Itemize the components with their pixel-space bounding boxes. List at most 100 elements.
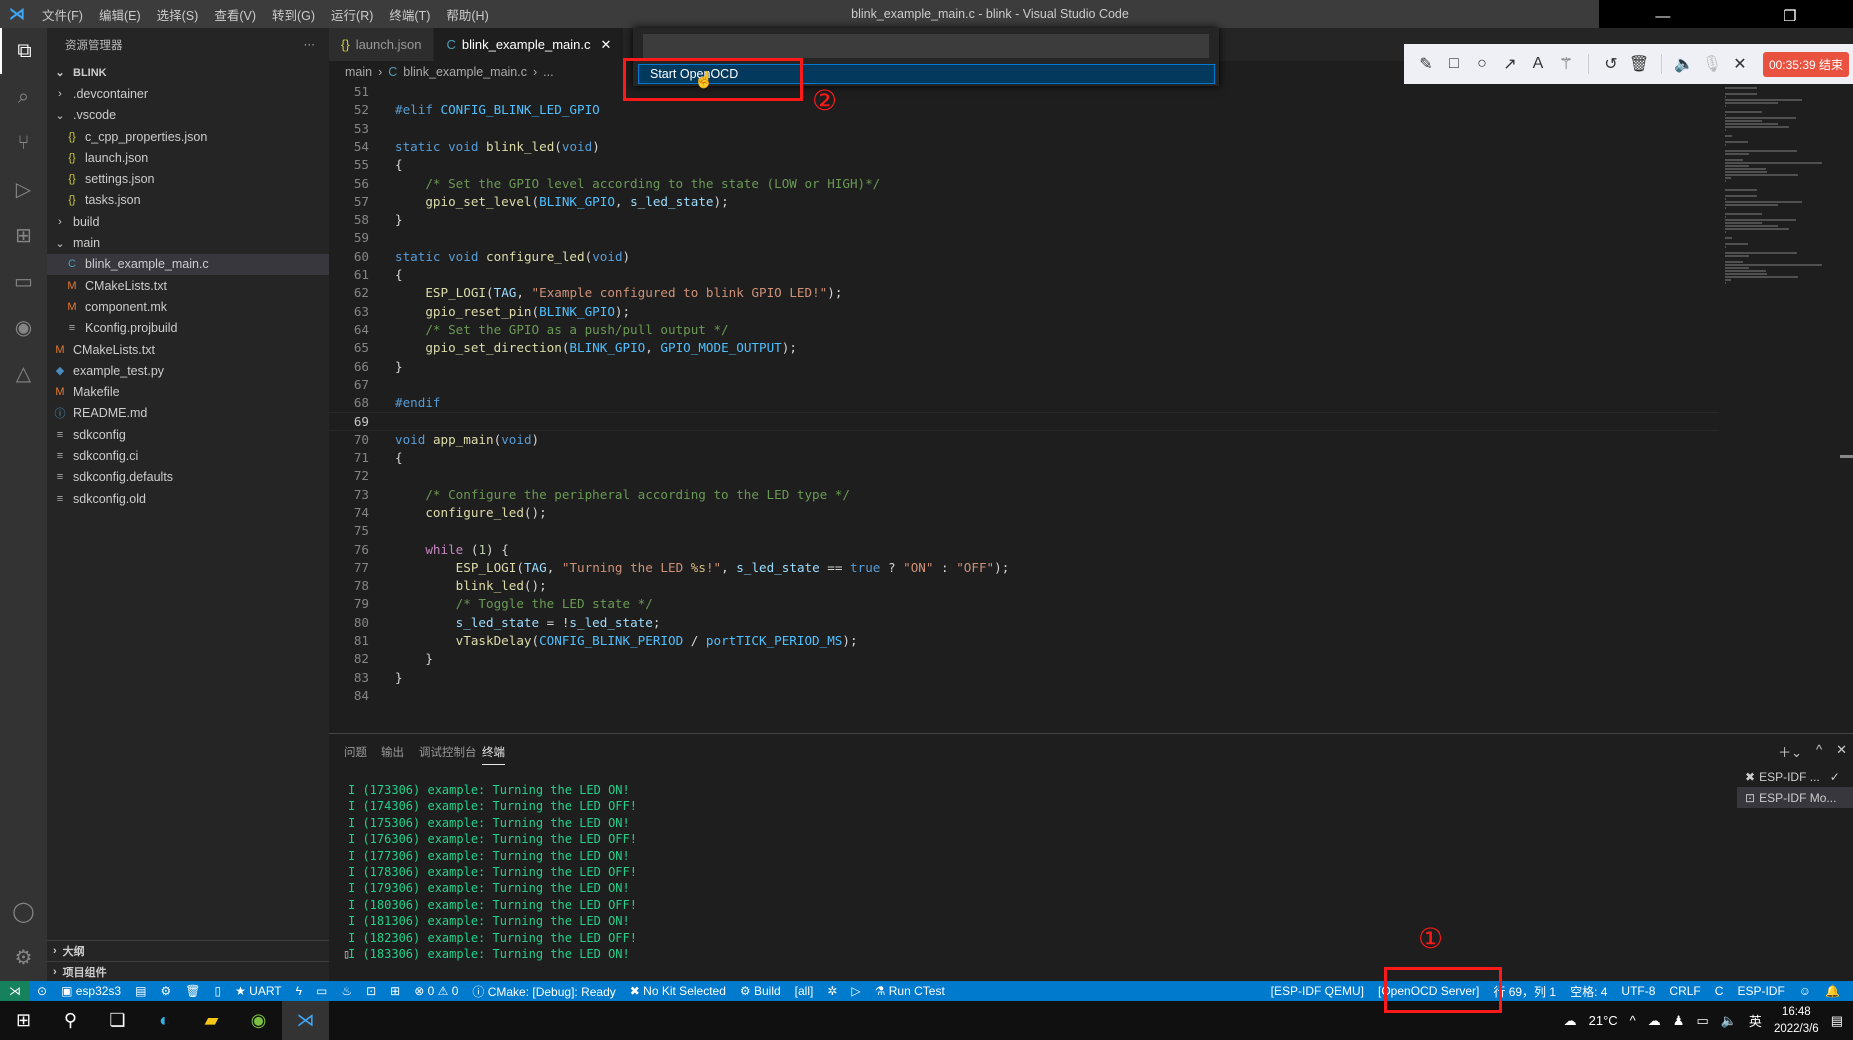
explorer-icon[interactable]: ⧉	[0, 28, 47, 74]
trash-icon[interactable]: 🗑	[178, 984, 207, 998]
run-debug-icon[interactable]: ▷	[0, 166, 47, 212]
vscode-taskbar-icon[interactable]: ⋊	[282, 1001, 329, 1040]
notification-center-icon[interactable]: ▤	[1831, 1013, 1843, 1029]
code-line[interactable]: 67	[329, 376, 1719, 394]
config-icon[interactable]: ⚙	[153, 984, 178, 998]
file-tree-item[interactable]: ⌄ main	[47, 232, 329, 253]
file-tree-item[interactable]: › build	[47, 211, 329, 232]
tray-expand-icon[interactable]: ^	[1630, 1013, 1636, 1028]
text-icon[interactable]: A	[1524, 55, 1552, 73]
file-tree-item[interactable]: ⓘ README.md	[47, 403, 329, 424]
code-line[interactable]: 81 vTaskDelay(CONFIG_BLINK_PERIOD / port…	[329, 632, 1719, 650]
file-tree-item[interactable]: {} settings.json	[47, 168, 329, 189]
target-chip[interactable]: ▣ esp32s3	[54, 984, 128, 998]
volume-icon[interactable]: 🔈	[1721, 1013, 1737, 1029]
arrow-icon[interactable]: ↗	[1496, 54, 1524, 74]
build-button[interactable]: ⚙ Build	[733, 984, 788, 998]
port-item[interactable]: ★ UART	[228, 984, 289, 998]
code-line[interactable]: 52 #elif CONFIG_BLINK_LED_GPIO	[329, 101, 1719, 119]
code-line[interactable]: 71 {	[329, 449, 1719, 467]
cmake-status[interactable]: ⓘ CMake: [Debug]: Ready	[465, 983, 622, 1000]
remote-icon[interactable]: ⋊	[0, 981, 30, 1001]
windows-start-icon[interactable]: ⊞	[0, 1001, 47, 1040]
extensions-icon[interactable]: ⊞	[0, 212, 47, 258]
file-tree-item[interactable]: {} c_cpp_properties.json	[47, 126, 329, 147]
flash-icon[interactable]: ϟ	[289, 984, 309, 998]
file-tree-item[interactable]: M CMakeLists.txt	[47, 339, 329, 360]
esp-idf-qemu[interactable]: [ESP-IDF QEMU]	[1264, 984, 1371, 998]
code-line[interactable]: 54 static void blink_led(void)	[329, 138, 1719, 156]
code-editor[interactable]: 51 52 #elif CONFIG_BLINK_LED_GPIO 53 54 stati…	[329, 83, 1725, 733]
close-icon[interactable]: ✕	[1726, 54, 1754, 74]
menu-item[interactable]: 文件(F)	[34, 5, 91, 24]
cylinder-icon[interactable]: ▯	[207, 984, 228, 998]
ime-indicator[interactable]: 英	[1749, 1011, 1762, 1030]
file-tree-item[interactable]: ◆ example_test.py	[47, 360, 329, 381]
maximize-panel-icon[interactable]: ^	[1816, 742, 1822, 761]
terminal-item[interactable]: ⊡ ESP-IDF Mo...	[1737, 787, 1853, 808]
run-ctest-button[interactable]: ⚗ Run CTest	[868, 984, 952, 998]
account-icon[interactable]: ◯	[0, 888, 47, 934]
file-tree-item[interactable]: ≡ Kconfig.projbuild	[47, 318, 329, 339]
network-icon[interactable]: ▭	[1696, 1013, 1708, 1029]
line-ending[interactable]: CRLF	[1662, 984, 1707, 998]
code-line[interactable]: 75	[329, 522, 1719, 540]
project-components-section[interactable]: › 项目组件	[47, 961, 329, 982]
code-line[interactable]: 58}	[329, 211, 1719, 229]
file-explorer-icon[interactable]: ▰	[188, 1001, 235, 1040]
monitor-icon[interactable]: ▭	[309, 984, 334, 998]
new-terminal-icon[interactable]: ＋⌄	[1778, 742, 1802, 761]
code-line[interactable]: 77 ESP_LOGI(TAG, "Turning the LED %s!", …	[329, 559, 1719, 577]
code-line[interactable]: 69	[329, 412, 1719, 431]
close-icon[interactable]: ✕	[600, 37, 611, 53]
minimap[interactable]	[1725, 83, 1838, 284]
code-line[interactable]: 83}	[329, 669, 1719, 687]
flame-icon[interactable]: ♨	[334, 984, 359, 998]
file-tree-item[interactable]: ≡ sdkconfig.old	[47, 488, 329, 509]
menu-item[interactable]: 运行(R)	[323, 5, 381, 24]
tree-root[interactable]: ⌄ BLINK	[47, 62, 329, 83]
rectangle-icon[interactable]: □	[1440, 55, 1468, 73]
scrollbar[interactable]	[1840, 455, 1853, 458]
code-line[interactable]: 63 gpio_reset_pin(BLINK_GPIO);	[329, 303, 1719, 321]
file-tree-item[interactable]: Mcomponent.mk	[47, 296, 329, 317]
menu-item[interactable]: 编辑(E)	[91, 5, 149, 24]
outline-section[interactable]: › 大纲	[47, 940, 329, 961]
menu-item[interactable]: 选择(S)	[149, 5, 207, 24]
code-line[interactable]: 61 {	[329, 266, 1719, 284]
qq-icon[interactable]: ♟	[1673, 1013, 1685, 1029]
menu-item[interactable]: 转到(G)	[264, 5, 323, 24]
close-panel-icon[interactable]: ✕	[1836, 742, 1847, 761]
code-line[interactable]: 66}	[329, 358, 1719, 376]
debug-icon[interactable]: ✲	[820, 984, 844, 998]
code-line[interactable]: 56 /* Set the GPIO level according to th…	[329, 175, 1719, 193]
file-tree-item[interactable]: ≡ sdkconfig	[47, 424, 329, 445]
app-icon[interactable]: ◉	[235, 1001, 282, 1040]
task-view-icon[interactable]: ❏	[94, 1001, 141, 1040]
code-line[interactable]: 64 /* Set the GPIO as a push/pull output…	[329, 321, 1719, 339]
file-tree-item[interactable]: Cblink_example_main.c	[47, 253, 329, 275]
menu-item[interactable]: 终端(T)	[381, 5, 438, 24]
panel-tab[interactable]: 问题	[344, 744, 367, 760]
kit-selector[interactable]: ✖ No Kit Selected	[623, 984, 733, 998]
indentation[interactable]: 空格: 4	[1563, 983, 1614, 1000]
restore-button[interactable]: ❐	[1783, 7, 1796, 25]
code-line[interactable]: 68 #endif	[329, 394, 1719, 412]
code-line[interactable]: 72	[329, 467, 1719, 485]
source-control-icon[interactable]: ⑂	[0, 120, 47, 166]
pencil-icon[interactable]: ✎	[1412, 54, 1440, 74]
code-line[interactable]: 70 void app_main(void)	[329, 431, 1719, 449]
code-line[interactable]: 62 ESP_LOGI(TAG, "Example configured to …	[329, 284, 1719, 302]
search-icon[interactable]: ⌕	[0, 74, 47, 120]
weather-temp[interactable]: 21°C	[1589, 1013, 1618, 1028]
search-icon[interactable]: ⚲	[47, 1001, 94, 1040]
menu-item[interactable]: 查看(V)	[206, 5, 264, 24]
folder-icon[interactable]: ▤	[128, 984, 153, 998]
panel-tab[interactable]: 终端	[482, 744, 505, 765]
add-icon[interactable]: ⊞	[383, 984, 407, 998]
code-line[interactable]: 79 /* Toggle the LED state */	[329, 595, 1719, 613]
code-line[interactable]: 59	[329, 229, 1719, 247]
problems-count[interactable]: ⊗ 0 ⚠ 0	[407, 984, 465, 998]
menu-item[interactable]: 帮助(H)	[438, 5, 496, 24]
mic-muted-icon[interactable]: 🎙	[1698, 54, 1726, 74]
